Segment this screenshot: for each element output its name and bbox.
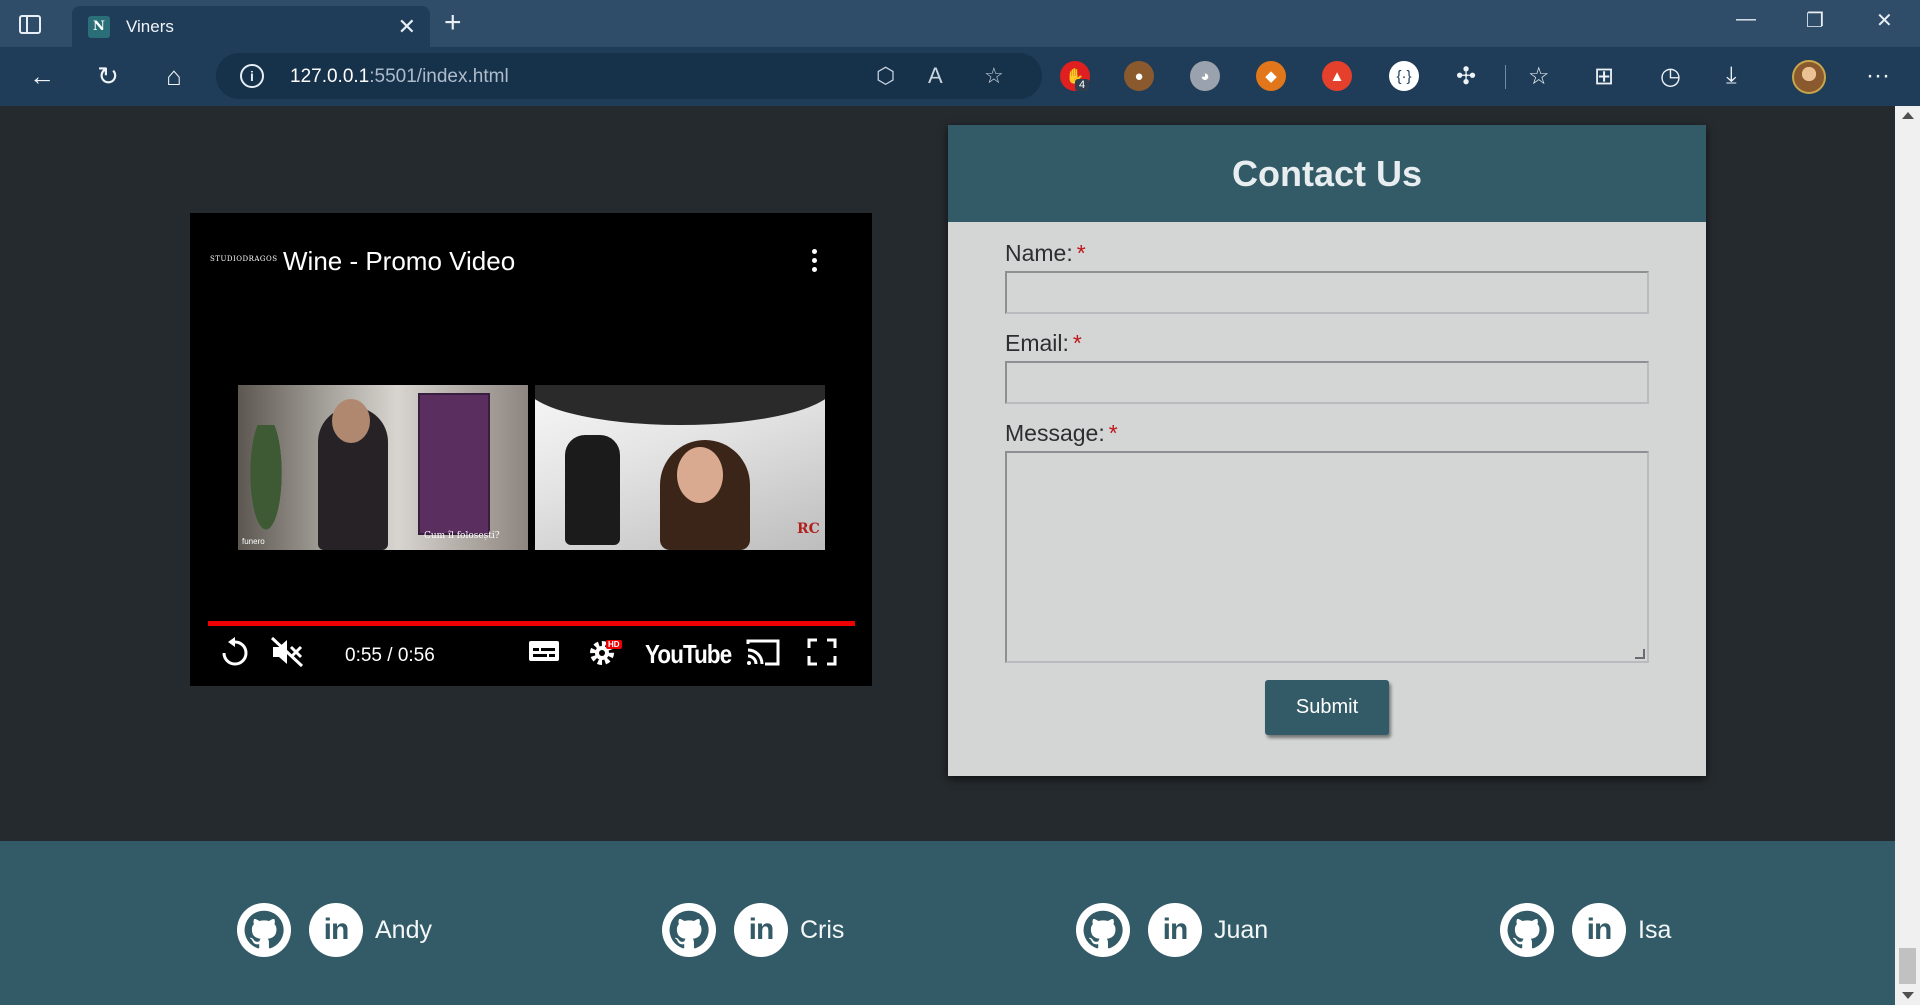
submit-button[interactable]: Submit [1265,680,1389,735]
thumbnail-phone-screen [418,393,490,535]
name-field[interactable] [1005,271,1649,314]
back-icon[interactable]: ← [26,61,58,91]
browser-tab[interactable]: N Viners ✕ [72,6,430,47]
thumbnail-car-roof [535,385,825,425]
team-member: in Cris [662,903,844,957]
video-title[interactable]: Wine - Promo Video [283,246,515,277]
github-icon[interactable] [237,903,291,957]
contact-heading: Contact Us [1231,152,1423,194]
extensions-icon[interactable]: ✣ [1456,62,1476,91]
url-text[interactable]: 127.0.0.1:5501/index.html [290,66,509,88]
member-name: Isa [1638,915,1672,944]
linkedin-icon[interactable]: in [1148,903,1202,957]
browser-toolbar: ← ↻ ⌂ i 127.0.0.1:5501/index.html ⬡ A ☆ … [0,47,1920,106]
name-label: Name: * [1005,240,1086,266]
thumbnail-caption: Cum îl folosești? [424,531,500,541]
tab-title: Viners [126,16,174,36]
tab-actions-icon[interactable] [14,10,46,38]
downloads-icon[interactable]: ⤓ [1726,62,1737,90]
address-bar[interactable]: i 127.0.0.1:5501/index.html ⬡ A ☆ [216,53,1042,99]
page-viewport: STUDIODRAGOS Wine - Promo Video Cum îl f… [0,106,1895,1005]
toolbar-divider [1505,65,1506,89]
linkedin-icon[interactable]: in [309,903,363,957]
cookie-extension-icon[interactable]: ● [1124,61,1154,91]
thumbnail-plant [246,425,286,545]
favorites-icon[interactable]: ☆ [1528,62,1550,91]
lighthouse-extension-icon[interactable]: ▲ [1322,61,1352,91]
minimize-icon[interactable]: — [1736,8,1756,31]
cast-icon[interactable] [745,636,781,673]
tab-close-icon[interactable]: ✕ [398,14,416,40]
browser-tab-bar: N Viners ✕ + — ❐ ✕ [0,0,1920,47]
muted-volume-icon[interactable] [270,636,304,673]
message-textarea[interactable] [1005,451,1649,663]
linkedin-icon[interactable]: in [1572,903,1626,957]
tag-icon[interactable]: ⬡ [876,63,895,89]
window-close-icon[interactable]: ✕ [1876,8,1893,33]
team-member: in Andy [237,903,432,957]
member-name: Juan [1214,915,1269,944]
json-extension-icon[interactable]: {·} [1389,61,1419,91]
youtube-player[interactable]: STUDIODRAGOS Wine - Promo Video Cum îl f… [190,213,872,686]
subtitles-icon[interactable] [528,636,560,671]
resize-handle-icon[interactable] [1635,649,1645,659]
member-name: Cris [800,915,845,944]
required-mark: * [1072,330,1082,356]
video-time: 0:55 / 0:56 [345,645,435,666]
collections-icon[interactable]: ⊞ [1594,62,1614,91]
scroll-up-icon[interactable] [1902,112,1914,119]
scroll-down-icon[interactable] [1902,992,1914,999]
progress-bar[interactable] [208,621,855,626]
suggested-video-thumbnail[interactable]: Cum îl folosești? funero [238,385,528,550]
team-member: in Juan [1076,903,1268,957]
email-field[interactable] [1005,361,1649,404]
member-name: Andy [375,915,432,944]
replay-icon[interactable] [220,636,250,673]
suggested-video-thumbnail[interactable]: RC [535,385,825,550]
metamask-extension-icon[interactable]: ◆ [1256,61,1286,91]
contact-header: Contact Us [948,125,1706,222]
cat-extension-icon[interactable]: ◕ [1190,61,1220,91]
contact-form-card: Contact Us Name: * Email: * Message: * Subm… [948,125,1706,776]
fullscreen-icon[interactable] [807,636,837,673]
page-scrollbar[interactable] [1895,106,1920,1005]
footer: in Andy in Cris in Juan in Isa [0,841,1895,1005]
github-icon[interactable] [1076,903,1130,957]
youtube-logo[interactable]: YouTube [645,639,732,670]
required-mark: * [1108,420,1118,446]
more-options-icon[interactable] [812,249,818,276]
thumbnail-face [332,399,370,443]
message-label: Message: * [1005,420,1118,446]
history-icon[interactable]: ◷ [1660,62,1681,91]
add-favorite-icon[interactable]: ☆ [984,63,1004,89]
restore-icon[interactable]: ❐ [1806,8,1824,33]
github-icon[interactable] [1500,903,1554,957]
email-label: Email: * [1005,330,1082,356]
thumbnail-face [677,447,723,503]
channel-logo[interactable]: STUDIODRAGOS [210,255,278,263]
scrollbar-thumb[interactable] [1899,948,1916,984]
site-favicon-icon: N [88,15,110,38]
refresh-icon[interactable]: ↻ [92,61,124,91]
home-icon[interactable]: ⌂ [158,61,190,91]
linkedin-icon[interactable]: in [734,903,788,957]
hd-badge: HD [606,640,622,649]
read-aloud-icon[interactable]: A [928,63,943,89]
github-icon[interactable] [662,903,716,957]
profile-avatar[interactable] [1792,60,1826,94]
more-icon[interactable]: ··· [1866,62,1890,90]
team-member: in Isa [1500,903,1671,957]
site-info-icon[interactable]: i [240,64,264,88]
new-tab-icon[interactable]: + [444,6,462,40]
thumbnail-logo: funero [242,537,265,546]
extension-badge: 4 [1075,79,1090,91]
required-mark: * [1076,240,1086,266]
thumbnail-car-seat [565,435,620,545]
thumbnail-watermark: RC [797,521,820,537]
